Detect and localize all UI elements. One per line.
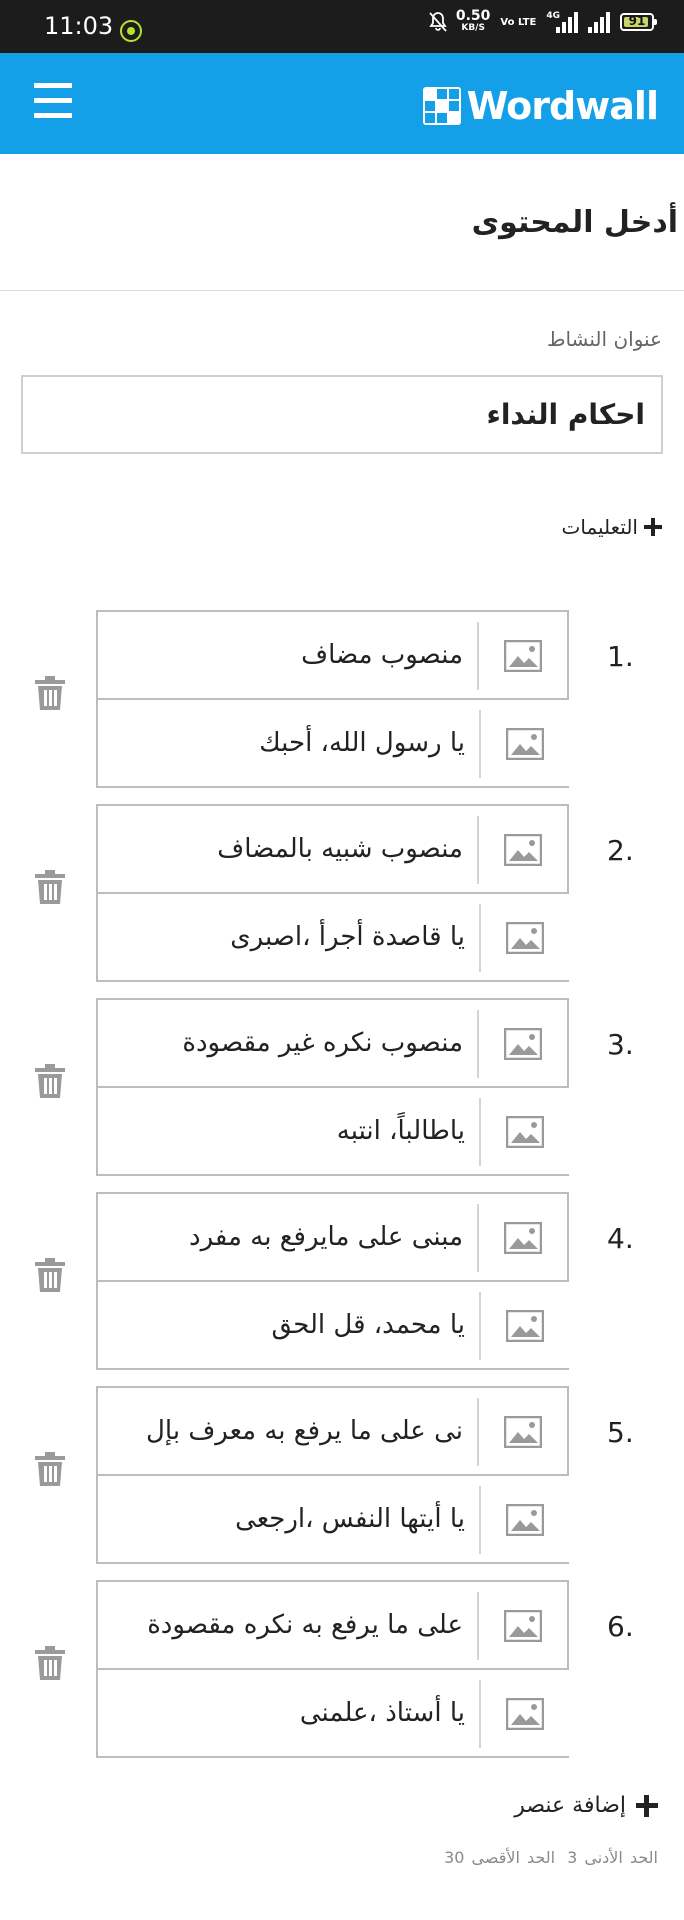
item-answer-input[interactable]: ياطالباً، انتبه <box>104 1088 465 1174</box>
hamburger-icon[interactable] <box>34 83 72 123</box>
battery-level: 91 <box>628 14 646 28</box>
item-number: 5. <box>607 1416 634 1449</box>
item-keyword-input[interactable]: منصوب نكره غير مقصودة <box>104 1000 463 1086</box>
instructions-label: التعليمات <box>561 515 638 539</box>
battery-icon: 91 <box>620 13 657 31</box>
item-keyword-row: على ما يرفع به نكره مقصودة <box>96 1580 569 1670</box>
trash-icon[interactable] <box>34 1451 66 1487</box>
plus-icon <box>636 1794 658 1817</box>
max-items-label: الحد الأقصى 30 <box>444 1848 556 1867</box>
image-icon[interactable] <box>477 816 567 884</box>
activity-title-label: عنوان النشاط <box>546 327 662 351</box>
signal-icon <box>588 11 610 33</box>
image-icon[interactable] <box>479 1680 569 1748</box>
item-answer-input[interactable]: يا أيتها النفس ،ارجعى <box>104 1476 465 1562</box>
item-keyword-input[interactable]: مبنى على مايرفع به مفرد <box>104 1194 463 1280</box>
item-answer-row: يا رسول الله، أحبك <box>96 698 569 788</box>
activity-title-input[interactable]: احكام النداء <box>21 375 663 454</box>
item-answer-row: يا أستاذ ،علمنى <box>96 1668 569 1758</box>
item-keyword-input[interactable]: منصوب شبيه بالمضاف <box>104 806 463 892</box>
brand[interactable]: Wordwall <box>422 84 659 128</box>
image-icon[interactable] <box>477 1010 567 1078</box>
item-answer-row: يا أيتها النفس ،ارجعى <box>96 1474 569 1564</box>
network-speed: 0.50 KB/S <box>455 8 491 34</box>
item-limits: الحد الأدنى 3 الحد الأقصى 30 <box>432 1848 658 1867</box>
instructions-toggle[interactable]: التعليمات <box>562 515 662 539</box>
status-indicators: 0.50 KB/S Vo LTE 4G 91 <box>428 8 657 34</box>
item-answer-row: يا قاصدة أجرأ ،اصبرى <box>96 892 569 982</box>
item-keyword-row: نى على ما يرفع به معرف بإل <box>96 1386 569 1476</box>
mute-bell-icon <box>428 11 447 33</box>
image-icon[interactable] <box>477 1592 567 1660</box>
image-icon[interactable] <box>477 1398 567 1466</box>
item-number: 2. <box>607 834 634 867</box>
item-answer-input[interactable]: يا قاصدة أجرأ ،اصبرى <box>104 894 465 980</box>
list-item: 5. نى على ما يرفع به معرف بإل يا أيتها ا… <box>0 1386 684 1564</box>
image-icon[interactable] <box>479 710 569 778</box>
status-bar: 11:03 0.50 KB/S Vo LTE 4G 91 <box>0 0 684 53</box>
status-time: 11:03 <box>44 12 114 40</box>
image-icon[interactable] <box>479 1486 569 1554</box>
add-item-button[interactable]: إضافة عنصر <box>514 1793 658 1818</box>
trash-icon[interactable] <box>34 675 66 711</box>
speed-value: 0.50 <box>455 8 491 24</box>
add-item-label: إضافة عنصر <box>514 1793 626 1818</box>
item-keyword-row: منصوب شبيه بالمضاف <box>96 804 569 894</box>
item-answer-input[interactable]: يا محمد، قل الحق <box>104 1282 465 1368</box>
item-number: 6. <box>607 1610 634 1643</box>
item-answer-row: ياطالباً، انتبه <box>96 1086 569 1176</box>
page-title: أدخل المحتوى <box>471 205 678 240</box>
plus-icon <box>644 518 662 536</box>
list-item: 2. منصوب شبيه بالمضاف يا قاصدة أجرأ ،اصب… <box>0 804 684 982</box>
signal-4g-icon: 4G <box>546 11 578 33</box>
brand-name: Wordwall <box>466 84 659 128</box>
list-item: 1. منصوب مضاف يا رسول الله، أحبك <box>0 610 684 788</box>
list-item: 4. مبنى على مايرفع به مفرد يا محمد، قل ا… <box>0 1192 684 1370</box>
divider <box>0 290 684 291</box>
item-number: 1. <box>607 640 634 673</box>
item-number: 4. <box>607 1222 634 1255</box>
list-item: 6. على ما يرفع به نكره مقصودة يا أستاذ ،… <box>0 1580 684 1758</box>
item-keyword-input[interactable]: منصوب مضاف <box>104 612 463 698</box>
wordwall-logo-icon <box>422 87 461 125</box>
image-icon[interactable] <box>477 1204 567 1272</box>
image-icon[interactable] <box>479 904 569 972</box>
app-header: Wordwall <box>0 53 684 154</box>
item-keyword-row: مبنى على مايرفع به مفرد <box>96 1192 569 1282</box>
item-answer-input[interactable]: يا رسول الله، أحبك <box>104 700 465 786</box>
volte-label: Vo LTE <box>500 16 537 28</box>
whatsapp-icon <box>120 20 142 42</box>
item-answer-row: يا محمد، قل الحق <box>96 1280 569 1370</box>
network-type: 4G <box>546 11 560 21</box>
list-item: 3. منصوب نكره غير مقصودة ياطالباً، انتبه <box>0 998 684 1176</box>
image-icon[interactable] <box>477 622 567 690</box>
image-icon[interactable] <box>479 1292 569 1360</box>
item-number: 3. <box>607 1028 634 1061</box>
image-icon[interactable] <box>479 1098 569 1166</box>
trash-icon[interactable] <box>34 1063 66 1099</box>
item-answer-input[interactable]: يا أستاذ ،علمنى <box>104 1670 465 1756</box>
item-keyword-input[interactable]: نى على ما يرفع به معرف بإل <box>104 1388 463 1474</box>
min-items-label: الحد الأدنى 3 <box>567 1848 658 1867</box>
item-keyword-row: منصوب مضاف <box>96 610 569 700</box>
item-keyword-input[interactable]: على ما يرفع به نكره مقصودة <box>104 1582 463 1668</box>
trash-icon[interactable] <box>34 1257 66 1293</box>
item-keyword-row: منصوب نكره غير مقصودة <box>96 998 569 1088</box>
trash-icon[interactable] <box>34 1645 66 1681</box>
trash-icon[interactable] <box>34 869 66 905</box>
